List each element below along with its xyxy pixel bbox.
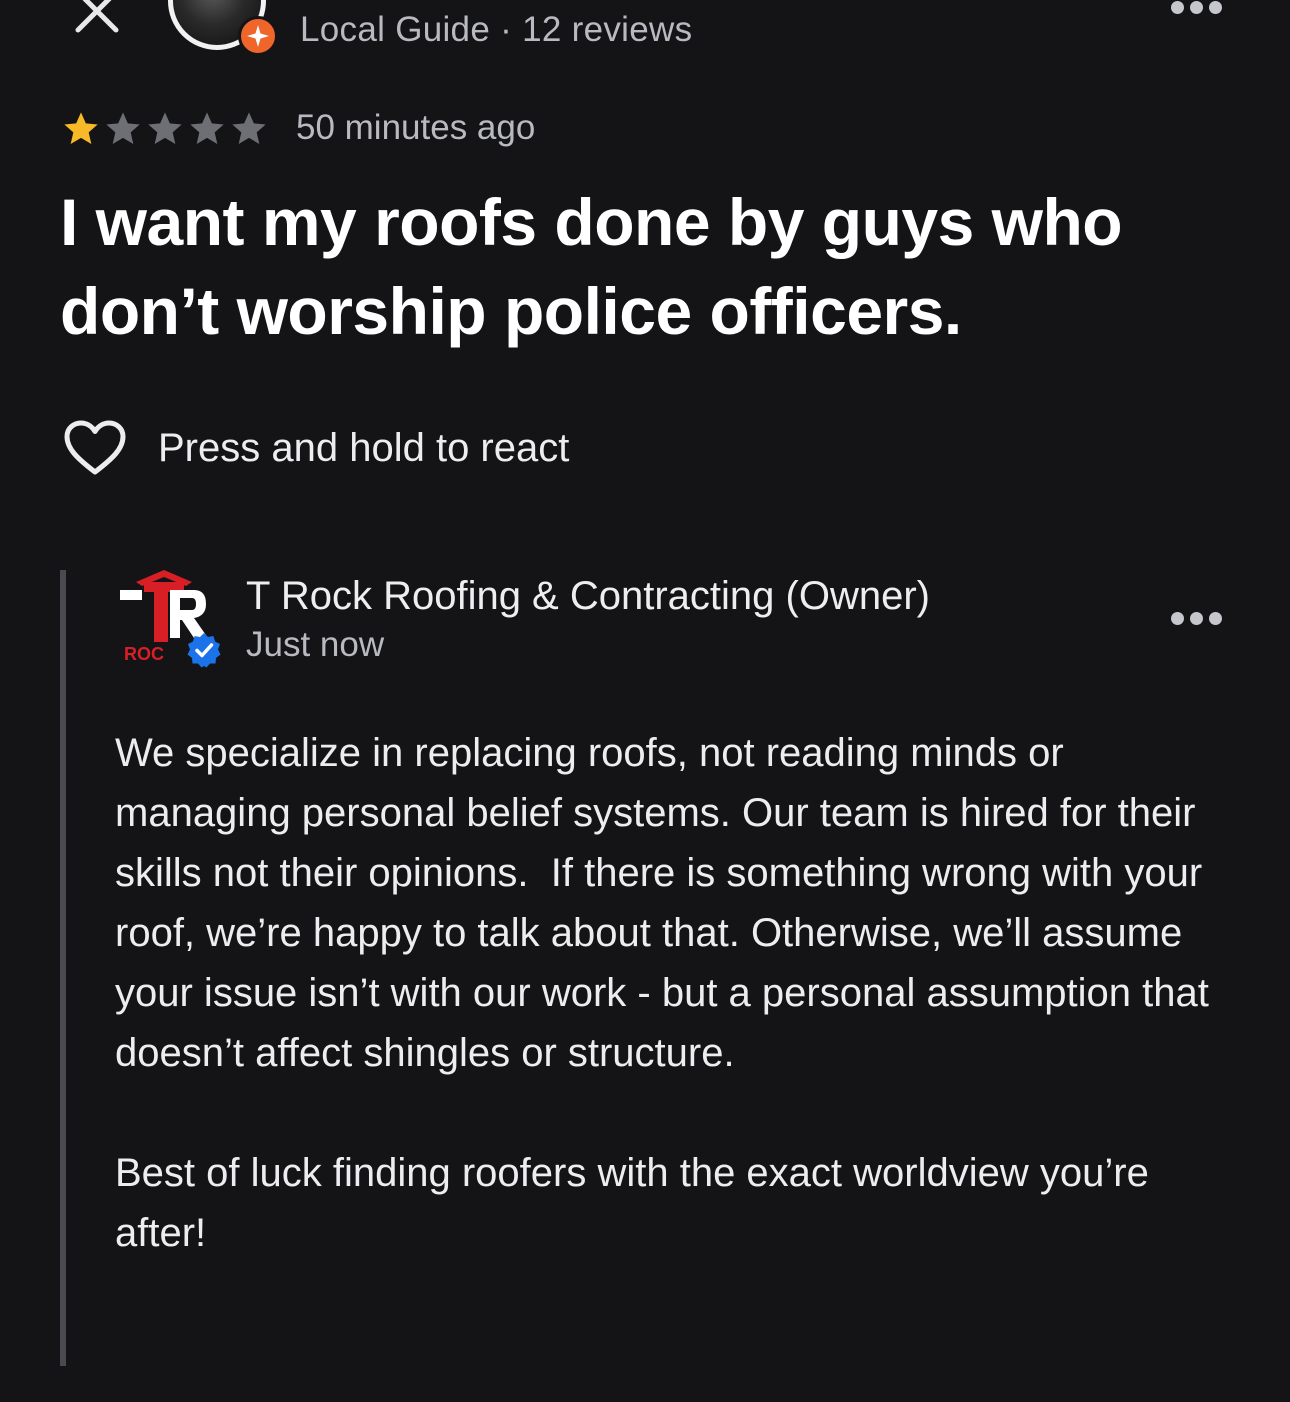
star-empty-icon [106, 112, 140, 144]
more-dot-icon [1190, 612, 1203, 625]
owner-response-text: We specialize in replacing roofs, not re… [115, 723, 1235, 1263]
owner-name: T Rock Roofing & Contracting (Owner) [246, 574, 930, 618]
close-icon [75, 0, 119, 33]
react-button[interactable]: Press and hold to react [64, 420, 569, 476]
close-button[interactable] [72, 0, 122, 36]
local-guide-badge-icon [238, 16, 278, 56]
star-empty-icon [148, 112, 182, 144]
owner-response-time: Just now [246, 625, 385, 664]
verified-badge-icon [186, 632, 222, 668]
star-empty-icon [190, 112, 224, 144]
reviewer-meta: Local Guide · 12 reviews [300, 10, 693, 49]
star-rating [60, 109, 270, 149]
more-dot-icon [1171, 1, 1184, 14]
react-label: Press and hold to react [158, 425, 570, 470]
more-dot-icon [1209, 612, 1222, 625]
heart-icon [64, 420, 126, 475]
owner-response-paragraph: Best of luck finding roofers with the ex… [115, 1151, 1160, 1255]
star-empty-icon [232, 112, 266, 144]
owner-logo-text: ROC [124, 644, 164, 664]
owner-response-paragraph: We specialize in replacing roofs, not re… [115, 731, 1220, 1075]
star-filled-icon [64, 112, 98, 144]
more-dot-icon [1171, 612, 1184, 625]
owner-response-more-options-button[interactable] [1171, 612, 1222, 625]
owner-response-divider [60, 570, 66, 1366]
review-text: I want my roofs done by guys who don’t w… [60, 185, 1123, 348]
review-time: 50 minutes ago [296, 108, 536, 147]
review-more-options-button[interactable] [1171, 1, 1222, 14]
more-dot-icon [1209, 1, 1222, 14]
more-dot-icon [1190, 1, 1203, 14]
